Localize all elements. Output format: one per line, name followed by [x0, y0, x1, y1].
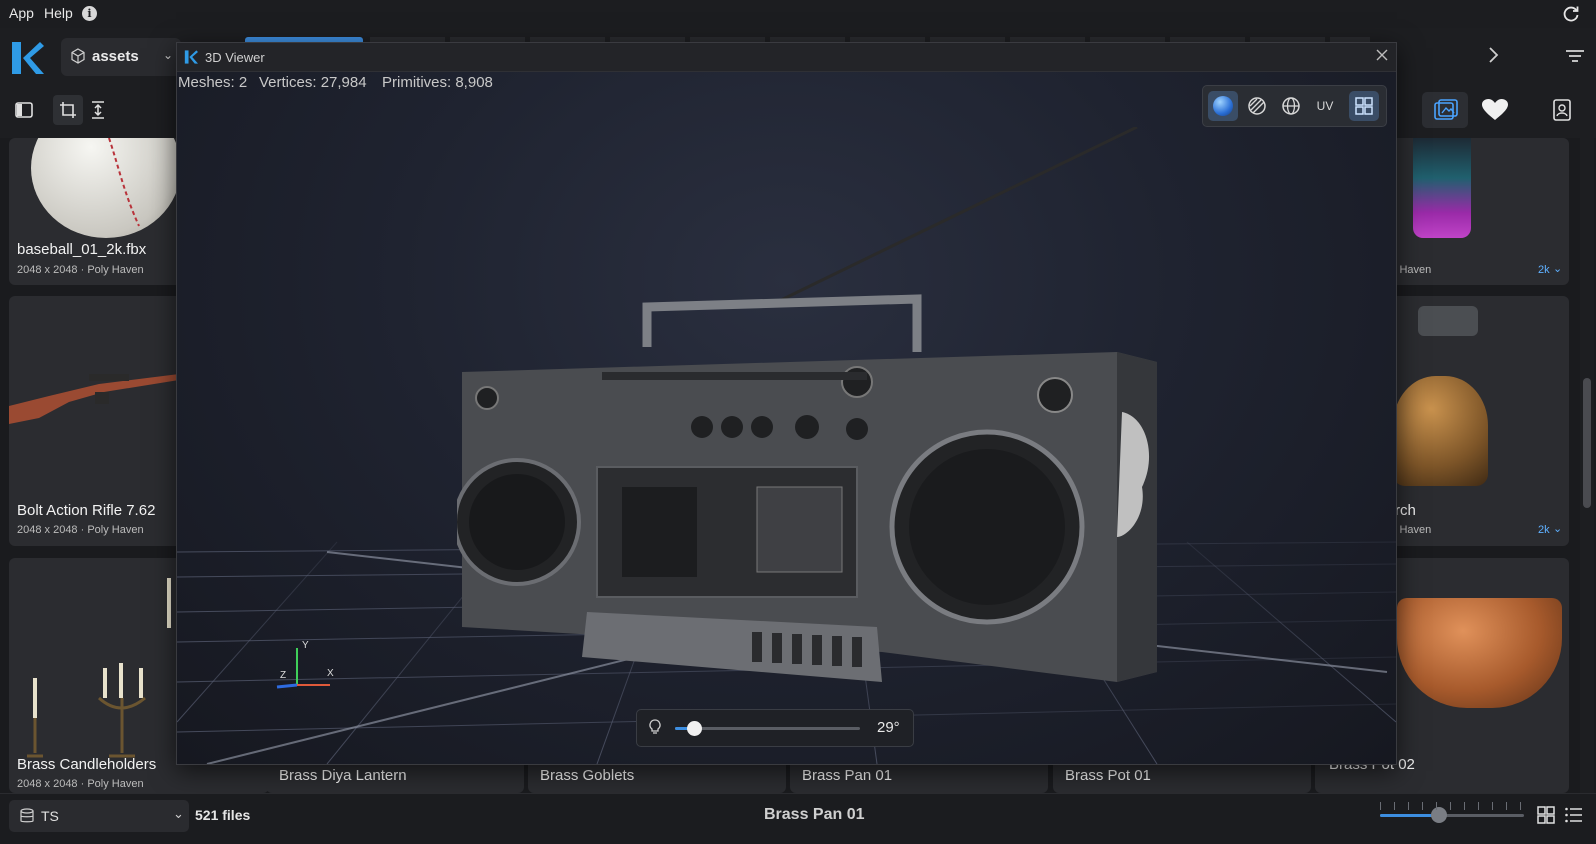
candleholders-thumbnail [27, 578, 171, 758]
workspace-name: assets [92, 48, 139, 65]
menu-help[interactable]: Help [44, 5, 73, 21]
uv-label: UV [1316, 99, 1334, 113]
wireframe-mode-button[interactable] [1242, 91, 1272, 121]
stat-primitives: Primitives: 8,908 [382, 74, 493, 91]
baseball-stitches [108, 138, 140, 227]
asset-title: Brass Goblets [540, 767, 635, 784]
grid-view-icon[interactable] [1537, 806, 1555, 829]
asset-title: Brass Pan 01 [802, 767, 893, 784]
thumbnail-size-slider[interactable] [1380, 807, 1524, 823]
blowtorch-nozzle [1418, 306, 1478, 336]
light-angle-thumb[interactable] [686, 721, 702, 736]
asset-card-bottle[interactable]: ttle Poly Haven 2k ⌄ [1383, 138, 1569, 285]
asset-title: Bolt Action Rifle 7.62 [17, 502, 156, 519]
chevron-down-icon: ⌄ [163, 48, 174, 62]
chevron-down-icon[interactable]: ⌄ [1553, 522, 1562, 535]
gallery-view-button[interactable] [1422, 92, 1468, 128]
asset-meta: 2048 x 2048 · Poly Haven [17, 778, 144, 790]
axis-z-label: Z [280, 670, 287, 681]
stat-vertices: Vertices: 27,984 [259, 74, 367, 91]
globe-icon [1282, 97, 1300, 115]
image-gallery-icon [1434, 99, 1458, 126]
stat-meshes: Meshes: 2 [178, 74, 248, 91]
light-angle-track[interactable] [675, 721, 860, 736]
lightbulb-icon [649, 719, 661, 740]
cube-icon [71, 48, 85, 69]
sphere-icon [1213, 96, 1233, 116]
resolution-select[interactable]: 2k [1538, 264, 1550, 276]
blowtorch-thumbnail [1393, 376, 1488, 486]
brass-pot-thumbnail [1397, 598, 1562, 708]
3d-viewport[interactable]: Meshes: 2 Vertices: 27,984 Primitives: 8… [177, 72, 1396, 764]
asset-title: baseball_01_2k.fbx [17, 241, 147, 258]
shaded-mode-button[interactable] [1208, 91, 1238, 121]
file-count: 521 files [195, 807, 251, 823]
resolution-select[interactable]: 2k [1538, 524, 1550, 536]
light-angle-value: 29° [877, 719, 900, 736]
scrollbar-thumb[interactable] [1583, 378, 1591, 508]
axis-y-label: Y [302, 640, 309, 651]
refresh-icon[interactable] [1561, 4, 1581, 29]
list-view-icon[interactable] [1565, 807, 1583, 828]
chevron-down-icon: ⌄ [173, 806, 184, 821]
grid-scrollbar[interactable] [1580, 138, 1594, 793]
status-bar: TS ⌄ 521 files Brass Pan 01 [0, 793, 1596, 844]
chevron-right-icon[interactable] [1488, 46, 1500, 69]
fit-height-icon[interactable] [83, 95, 113, 125]
source-select[interactable]: TS ⌄ [9, 800, 189, 832]
favorites-heart-icon[interactable] [1481, 98, 1509, 127]
filter-icon[interactable] [1565, 48, 1585, 69]
menu-app[interactable]: App [9, 5, 34, 21]
axis-gizmo: Y Z X [272, 640, 342, 700]
viewer-logo-icon [184, 49, 198, 70]
viewer-title: 3D Viewer [205, 50, 265, 65]
grid-toggle-button[interactable] [1349, 91, 1379, 121]
selected-asset-name: Brass Pan 01 [764, 806, 865, 823]
contact-card-icon[interactable] [1553, 99, 1571, 126]
axis-x-label: X [327, 668, 334, 679]
bottle-thumbnail [1413, 138, 1471, 238]
asset-card-blowtorch[interactable]: vtorch Poly Haven 2k ⌄ [1383, 296, 1569, 546]
grid-icon [1355, 97, 1373, 115]
source-name: TS [41, 808, 59, 824]
database-icon [20, 808, 34, 829]
asset-title: Brass Diya Lantern [279, 767, 407, 784]
asset-title: Brass Pot 01 [1065, 767, 1151, 784]
hatched-sphere-icon [1248, 97, 1266, 115]
workspace-select[interactable]: assets ⌄ [61, 38, 181, 76]
boombox-model [457, 127, 1157, 682]
uv-mode-button[interactable]: UV [1310, 91, 1340, 121]
sidebar-toggle-icon[interactable] [9, 95, 39, 125]
globe-mode-button[interactable] [1276, 91, 1306, 121]
close-icon[interactable] [1374, 47, 1390, 68]
rifle-thumbnail [9, 374, 179, 424]
viewer-window: 3D Viewer Meshes: 2 Vertices: 27,984 Pri… [176, 42, 1397, 765]
light-angle-control: 29° [636, 709, 914, 747]
crop-icon[interactable] [53, 95, 83, 125]
asset-meta: 2048 x 2048 · Poly Haven [17, 524, 144, 536]
info-icon[interactable]: i [82, 6, 97, 21]
asset-title: Brass Candleholders [17, 756, 157, 773]
chevron-down-icon[interactable]: ⌄ [1553, 262, 1562, 275]
viewer-titlebar[interactable]: 3D Viewer [177, 43, 1396, 72]
app-logo-icon [10, 40, 44, 81]
render-mode-toolbar: UV [1202, 85, 1387, 127]
asset-meta: 2048 x 2048 · Poly Haven [17, 264, 144, 276]
slider-ticks [1380, 802, 1524, 810]
menu-bar: App Help i [0, 0, 1596, 28]
